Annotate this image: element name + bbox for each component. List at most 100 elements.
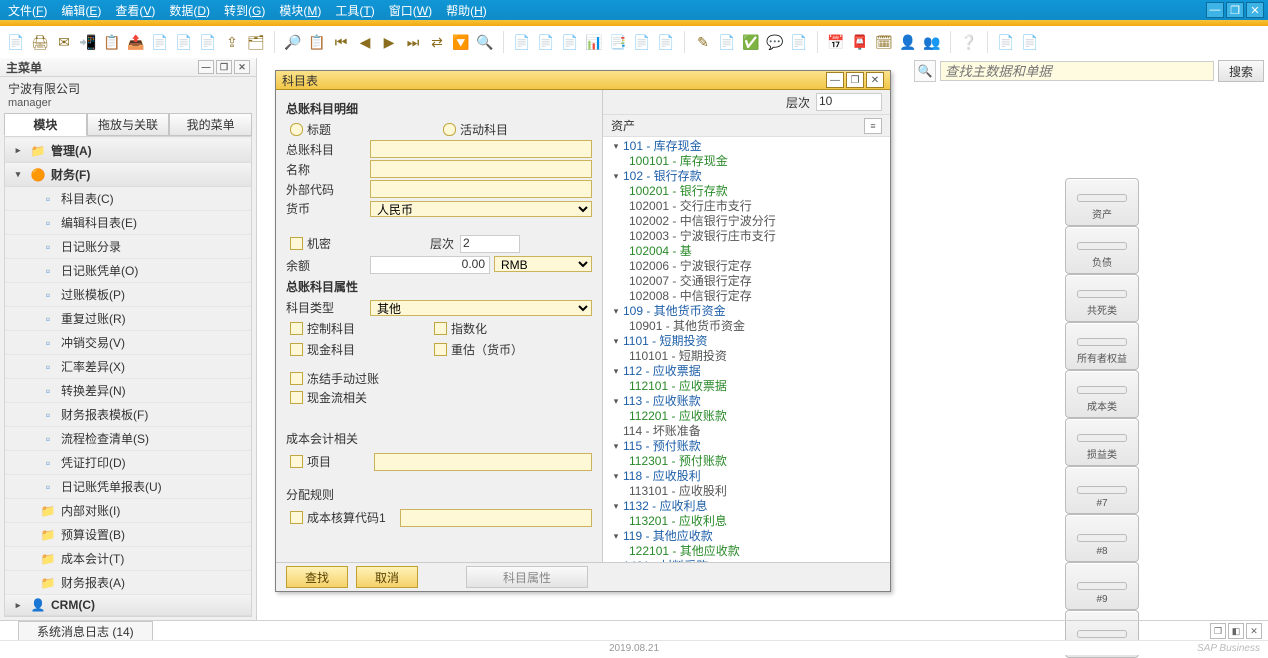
nav-item-11[interactable]: ▫财务报表模板(F) (5, 403, 251, 427)
select-balance-currency[interactable]: RMB (494, 256, 592, 272)
drawer-7[interactable]: #8 (1065, 514, 1139, 562)
menu-V[interactable]: 查看(V) (111, 1, 159, 20)
nav-item-14[interactable]: ▫日记账凭单报表(U) (5, 475, 251, 499)
toolbar-icon-9[interactable]: ⇪ (222, 32, 242, 52)
module-tab-0[interactable]: 模块 (4, 113, 87, 136)
menu-H[interactable]: 帮助(H) (442, 1, 491, 20)
toolbar-icon-44[interactable]: 📄 (996, 32, 1016, 52)
cb-freeze[interactable]: 冻结手动过账 (290, 370, 592, 387)
find-button[interactable]: 查找 (286, 566, 348, 588)
module-tab-1[interactable]: 拖放与关联 (87, 113, 170, 136)
system-log-tab[interactable]: 系统消息日志 (14) (18, 621, 153, 641)
drawer-0[interactable]: 资产 (1065, 178, 1139, 226)
drawer-5[interactable]: 损益类 (1065, 418, 1139, 466)
menu-M[interactable]: 模块(M) (275, 1, 325, 20)
toolbar-icon-34[interactable]: 📄 (789, 32, 809, 52)
toolbar-icon-3[interactable]: 📲 (78, 32, 98, 52)
drawer-3[interactable]: 所有者权益 (1065, 322, 1139, 370)
toolbar-icon-45[interactable]: 📄 (1020, 32, 1040, 52)
tree-node-18[interactable]: 112201 - 应收账款 (607, 409, 886, 424)
drawer-1[interactable]: 负债 (1065, 226, 1139, 274)
tree-node-10[interactable]: 102008 - 中信银行定存 (607, 289, 886, 304)
window-restore-button[interactable]: ❐ (1226, 2, 1244, 18)
toolbar-icon-25[interactable]: 📊 (584, 32, 604, 52)
menu-T[interactable]: 工具(T) (331, 1, 378, 20)
toolbar-icon-27[interactable]: 📄 (632, 32, 652, 52)
nav-item-17[interactable]: 📁成本会计(T) (5, 547, 251, 571)
toolbar-icon-31[interactable]: 📄 (717, 32, 737, 52)
cb-cost-dim[interactable]: 成本核算代码1 (290, 509, 400, 526)
tree-node-9[interactable]: 102007 - 交通银行定存 (607, 274, 886, 289)
toolbar-icon-24[interactable]: 📄 (560, 32, 580, 52)
tree-node-2[interactable]: ▾102 - 银行存款 (607, 169, 886, 184)
coa-restore-button[interactable]: ❐ (846, 72, 864, 88)
tree-node-14[interactable]: 110101 - 短期投资 (607, 349, 886, 364)
toolbar-icon-10[interactable]: 🗂 (246, 32, 266, 52)
tree-node-16[interactable]: 112101 - 应收票据 (607, 379, 886, 394)
nav-item-5[interactable]: ▫日记账凭单(O) (5, 259, 251, 283)
toolbar-icon-22[interactable]: 📄 (512, 32, 532, 52)
toolbar-icon-5[interactable]: 📤 (126, 32, 146, 52)
drawer-2[interactable]: 共死类 (1065, 274, 1139, 322)
account-properties-button[interactable]: 科目属性 (466, 566, 588, 588)
cb-secret[interactable]: 机密 (290, 235, 430, 252)
input-ext-code[interactable] (370, 180, 592, 198)
tree-node-1[interactable]: 100101 - 库存现金 (607, 154, 886, 169)
coa-min-button[interactable]: — (826, 72, 844, 88)
drawer-6[interactable]: #7 (1065, 466, 1139, 514)
toolbar-icon-14[interactable]: ⏮ (331, 32, 351, 52)
nav-item-15[interactable]: 📁内部对账(I) (5, 499, 251, 523)
tree-node-23[interactable]: 113101 - 应收股利 (607, 484, 886, 499)
nav-item-13[interactable]: ▫凭证打印(D) (5, 451, 251, 475)
select-account-type[interactable]: 其他 (370, 300, 592, 316)
nav-item-6[interactable]: ▫过账模板(P) (5, 283, 251, 307)
sidebar-min-button[interactable]: — (198, 60, 214, 74)
status-ctrl-2[interactable]: ◧ (1228, 623, 1244, 639)
tree-options-button[interactable]: ≡ (864, 118, 882, 134)
input-cost-dim[interactable] (400, 509, 592, 527)
cb-control[interactable]: 控制科目 (290, 320, 430, 337)
nav-item-9[interactable]: ▫汇率差异(X) (5, 355, 251, 379)
toolbar-icon-23[interactable]: 📄 (536, 32, 556, 52)
input-project[interactable] (374, 453, 592, 471)
toolbar-icon-39[interactable]: 👤 (898, 32, 918, 52)
tree-node-0[interactable]: ▾101 - 库存现金 (607, 139, 886, 154)
tree-node-11[interactable]: ▾109 - 其他货币资金 (607, 304, 886, 319)
search-button[interactable]: 搜索 (1218, 60, 1264, 82)
toolbar-icon-28[interactable]: 📄 (656, 32, 676, 52)
cb-reval[interactable]: 重估（货币） (434, 341, 574, 358)
cb-index[interactable]: 指数化 (434, 320, 574, 337)
toolbar-icon-38[interactable]: 🗓 (874, 32, 894, 52)
toolbar-icon-13[interactable]: 📋 (307, 32, 327, 52)
nav-item-2[interactable]: ▫科目表(C) (5, 187, 251, 211)
menu-F[interactable]: 文件(F) (4, 1, 51, 20)
input-name[interactable] (370, 160, 592, 178)
toolbar-icon-36[interactable]: 📅 (826, 32, 846, 52)
tree-node-26[interactable]: ▾119 - 其他应收款 (607, 529, 886, 544)
toolbar-icon-2[interactable]: ✉ (54, 32, 74, 52)
input-level[interactable]: 2 (460, 235, 520, 253)
tree-node-3[interactable]: 100201 - 银行存款 (607, 184, 886, 199)
tree-node-15[interactable]: ▾112 - 应收票据 (607, 364, 886, 379)
nav-item-1[interactable]: ▾🟠财务(F) (5, 163, 251, 187)
drawer-4[interactable]: 成本类 (1065, 370, 1139, 418)
coa-close-button[interactable]: ✕ (866, 72, 884, 88)
select-currency[interactable]: 人民币 (370, 201, 592, 217)
menu-W[interactable]: 窗口(W) (385, 1, 436, 20)
toolbar-icon-1[interactable]: 🖨 (30, 32, 50, 52)
toolbar-icon-20[interactable]: 🔍 (475, 32, 495, 52)
tree-node-6[interactable]: 102003 - 宁波银行庄市支行 (607, 229, 886, 244)
input-gl-account[interactable] (370, 140, 592, 158)
cb-cash-related[interactable]: 现金流相关 (290, 389, 592, 406)
nav-item-3[interactable]: ▫编辑科目表(E) (5, 211, 251, 235)
tree-node-17[interactable]: ▾113 - 应收账款 (607, 394, 886, 409)
tree-node-12[interactable]: 10901 - 其他货币资金 (607, 319, 886, 334)
toolbar-icon-6[interactable]: 📄 (150, 32, 170, 52)
drawer-8[interactable]: #9 (1065, 562, 1139, 610)
toolbar-icon-26[interactable]: 📑 (608, 32, 628, 52)
tree-node-19[interactable]: 114 - 坏账准备 (607, 424, 886, 439)
toolbar-icon-37[interactable]: 📮 (850, 32, 870, 52)
tree-node-8[interactable]: 102006 - 宁波银行定存 (607, 259, 886, 274)
nav-item-10[interactable]: ▫转换差异(N) (5, 379, 251, 403)
toolbar-icon-7[interactable]: 📄 (174, 32, 194, 52)
